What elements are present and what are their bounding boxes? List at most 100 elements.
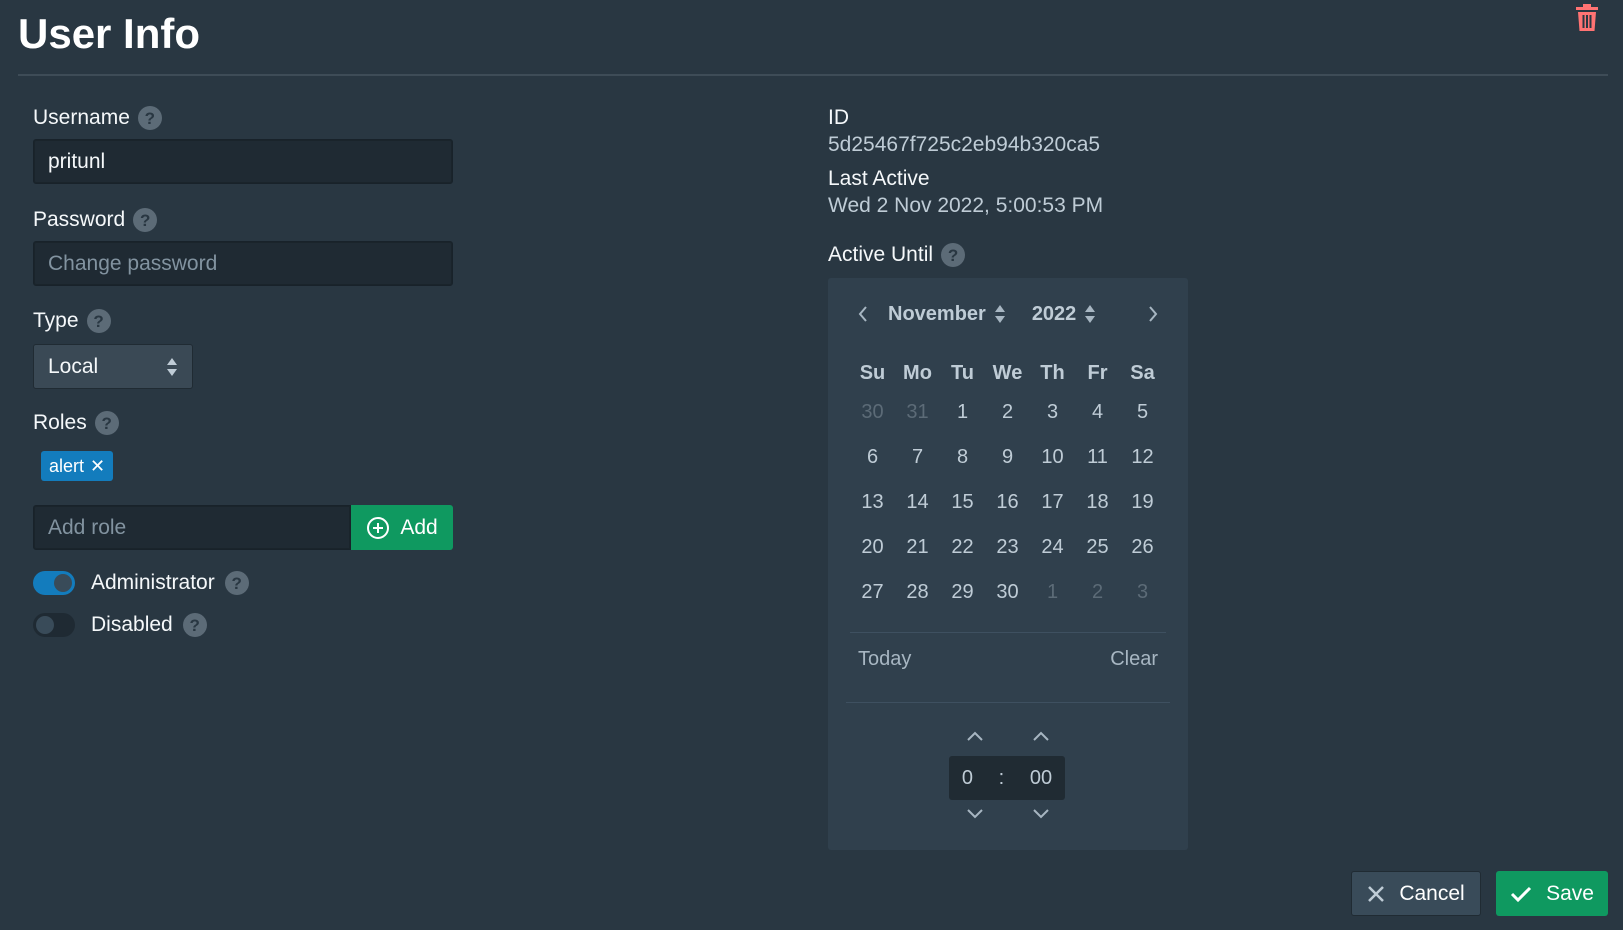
next-month-button[interactable] [1138,305,1168,323]
trash-icon [1576,4,1598,31]
calendar-day[interactable]: 22 [940,525,985,569]
calendar-day[interactable]: 31 [895,390,940,434]
type-select[interactable]: Local [33,344,193,389]
month-select[interactable]: November [888,303,1006,326]
username-input[interactable] [33,139,453,184]
add-role-button[interactable]: Add [351,505,453,550]
calendar-day[interactable]: 3 [1030,390,1075,434]
year-value: 2022 [1031,302,1077,325]
cancel-button[interactable]: Cancel [1351,871,1481,916]
calendar-day[interactable]: 10 [1030,435,1075,479]
calendar-day[interactable]: 1 [940,390,985,434]
calendar-day[interactable]: 1 [1030,570,1075,614]
calendar-day[interactable]: 7 [895,435,940,479]
chevron-up-icon [1033,731,1049,741]
clear-button[interactable]: Clear [1110,648,1158,671]
month-value: November [888,302,986,325]
calendar-day[interactable]: 14 [895,480,940,524]
weekday-label: We [992,362,1023,384]
calendar-day[interactable]: 3 [1120,570,1165,614]
chevron-down-icon [1033,809,1049,819]
chevron-left-icon [858,306,867,322]
checkmark-icon [1511,886,1532,902]
username-label: Username ? [33,106,162,130]
id-label: ID [828,106,849,129]
last-active-value: Wed 2 Nov 2022, 5:00:53 PM [828,194,1104,217]
save-button-label: Save [1546,881,1594,905]
calendar-day[interactable]: 17 [1030,480,1075,524]
disabled-switch[interactable] [33,613,75,637]
delete-button[interactable] [1572,2,1602,34]
chevron-up-icon [967,731,983,741]
password-label: Password ? [33,208,158,232]
help-icon[interactable]: ? [224,571,249,595]
header-divider [18,74,1608,76]
help-icon[interactable]: ? [182,613,207,637]
calendar-day[interactable]: 27 [850,570,895,614]
calendar-day[interactable]: 6 [850,435,895,479]
help-icon[interactable]: ? [137,106,162,130]
previous-month-button[interactable] [848,305,878,323]
calendar-day[interactable]: 8 [940,435,985,479]
add-role-input[interactable] [33,505,351,550]
save-button[interactable]: Save [1496,871,1608,916]
calendar-day[interactable]: 28 [895,570,940,614]
calendar-day[interactable]: 12 [1120,435,1165,479]
chevron-down-icon [967,809,983,819]
calendar-week: 30 31 1 2 3 4 5 [850,390,1165,434]
help-icon[interactable]: ? [133,208,158,232]
calendar-day[interactable]: 15 [940,480,985,524]
calendar-day[interactable]: 18 [1075,480,1120,524]
help-icon[interactable]: ? [86,309,111,333]
page-title: User Info [18,10,201,57]
calendar-day[interactable]: 13 [850,480,895,524]
id-value: 5d25467f725c2eb94b320ca5 [828,133,1101,156]
switch-knob [54,574,72,592]
calendar-day[interactable]: 26 [1120,525,1165,569]
calendar-week: 6 7 8 9 10 11 12 [850,435,1165,479]
type-select-value: Local [48,354,99,378]
double-caret-icon [167,357,177,376]
minute-decrement-button[interactable] [1029,804,1053,824]
disabled-label: Disabled [91,613,173,636]
administrator-label: Administrator [91,571,215,594]
calendar-divider [846,702,1170,703]
weekday-header: Su Mo Tu We Th Fr Sa [850,362,1165,385]
calendar-day[interactable]: 2 [1075,570,1120,614]
calendar-week: 13 14 15 16 17 18 19 [850,480,1165,524]
disabled-row: Disabled ? [33,613,207,637]
hour-decrement-button[interactable] [963,804,987,824]
calendar-day[interactable]: 2 [985,390,1030,434]
calendar-day[interactable]: 30 [850,390,895,434]
calendar-day[interactable]: 24 [1030,525,1075,569]
calendar-day[interactable]: 23 [985,525,1030,569]
calendar-day[interactable]: 11 [1075,435,1120,479]
calendar-day[interactable]: 25 [1075,525,1120,569]
role-tag-label: alert [49,455,85,476]
roles-label: Roles ? [33,411,119,435]
calendar-day[interactable]: 21 [895,525,940,569]
help-icon[interactable]: ? [941,243,966,267]
calendar-day[interactable]: 16 [985,480,1030,524]
minute-input[interactable]: 00 [1030,767,1052,790]
calendar-day[interactable]: 9 [985,435,1030,479]
year-select[interactable]: 2022 [1032,303,1097,326]
double-caret-icon [1085,305,1096,323]
calendar-day[interactable]: 30 [985,570,1030,614]
chevron-right-icon [1149,306,1158,322]
calendar-day[interactable]: 4 [1075,390,1120,434]
calendar-day[interactable]: 20 [850,525,895,569]
administrator-switch[interactable] [33,571,75,595]
hour-input[interactable]: 0 [962,767,973,790]
help-icon[interactable]: ? [94,411,119,435]
hour-increment-button[interactable] [963,726,987,746]
administrator-row: Administrator ? [33,571,249,595]
calendar-day[interactable]: 5 [1120,390,1165,434]
remove-tag-icon[interactable]: ✕ [90,456,105,477]
plus-circle-icon [367,516,390,539]
calendar-day[interactable]: 19 [1120,480,1165,524]
today-button[interactable]: Today [858,648,911,671]
minute-increment-button[interactable] [1029,726,1053,746]
password-input[interactable] [33,241,453,286]
calendar-day[interactable]: 29 [940,570,985,614]
